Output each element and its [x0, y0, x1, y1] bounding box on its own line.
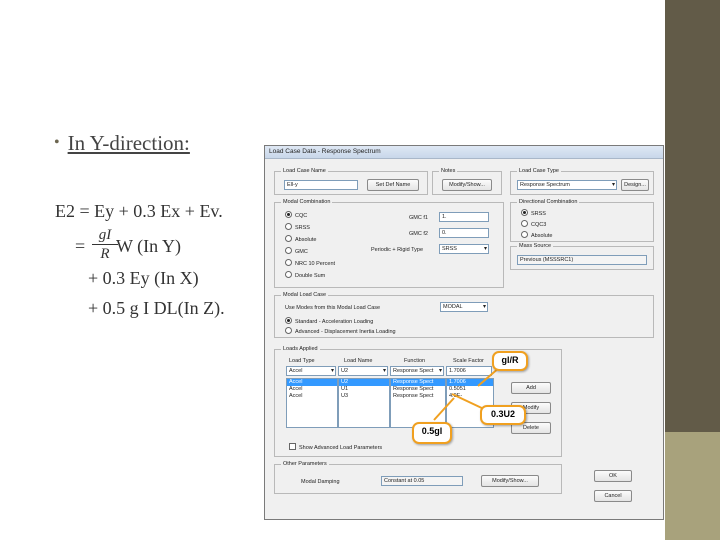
set-def-name-button[interactable]: Set Def Name: [367, 179, 419, 191]
periodic-rigid-select[interactable]: SRSS: [439, 244, 489, 254]
equation-fraction: gI R: [92, 226, 118, 263]
cancel-button[interactable]: Cancel: [594, 490, 632, 502]
modal-load-case-group: Modal Load Case Use Modes from this Moda…: [274, 292, 654, 338]
gmc-f1-input[interactable]: 1.: [439, 212, 489, 222]
gmc-f2-input[interactable]: 0.: [439, 228, 489, 238]
other-parameters-label: Other Parameters: [281, 461, 329, 468]
radio-srss[interactable]: SRSS: [285, 223, 310, 232]
header-load-type: Load Type: [289, 358, 315, 364]
load-case-name-input[interactable]: Ell-y: [284, 180, 358, 190]
equation-line-2: W (In Y): [116, 236, 181, 256]
fraction-denominator: R: [100, 246, 110, 262]
load-case-name-label: Load Case Name: [281, 168, 328, 175]
list-item[interactable]: U2: [339, 379, 389, 386]
list-item[interactable]: U1: [339, 386, 389, 393]
function-select[interactable]: Response Spect: [390, 366, 444, 376]
bullet-text: In Y-direction:: [67, 131, 190, 155]
list-item[interactable]: U3: [339, 393, 389, 400]
periodic-rigid-label: Periodic + Rigid Type: [371, 247, 424, 253]
notes-group: Notes Modify/Show...: [432, 168, 502, 195]
list-item[interactable]: 0.5051: [447, 386, 493, 393]
list-item[interactable]: Accel: [287, 379, 337, 386]
radio-cqc[interactable]: CQC: [285, 211, 307, 220]
gmc-f2-label: GMC f2: [409, 231, 428, 237]
modal-load-case-prompt: Use Modes from this Modal Load Case: [285, 305, 381, 311]
loads-applied-label: Loads Applied: [281, 346, 320, 353]
radio-dir-absolute[interactable]: Absolute: [521, 231, 552, 240]
radio-absolute[interactable]: Absolute: [285, 235, 316, 244]
scale-factor-input[interactable]: 1.7006: [446, 366, 492, 376]
equation-line-1: E2 = Ey + 0.3 Ex + Ev.: [55, 201, 223, 221]
radio-advanced-displacement[interactable]: Advanced - Displacement Inertia Loading: [285, 327, 396, 336]
list-item[interactable]: Response Spect: [391, 393, 445, 400]
sidebar-accent: [665, 432, 720, 540]
gmc-f1-label: GMC f1: [409, 215, 428, 221]
list-item[interactable]: 1.7006: [447, 379, 493, 386]
radio-nrc-10-percent[interactable]: NRC 10 Percent: [285, 259, 335, 268]
list-item[interactable]: Accel: [287, 386, 337, 393]
fraction-numerator: gI: [92, 226, 118, 245]
mass-source-group: Mass Source Previous (MSSSRC1): [510, 243, 654, 270]
list-item[interactable]: Response Spect: [391, 379, 445, 386]
load-case-type-group: Load Case Type Response Spectrum Design.…: [510, 168, 654, 195]
directional-combination-group: Directional Combination SRSS CQC3 Absolu…: [510, 199, 654, 242]
load-case-type-select[interactable]: Response Spectrum: [517, 180, 617, 190]
function-list[interactable]: Response Spect Response Spect Response S…: [390, 378, 446, 428]
advanced-load-params-checkbox[interactable]: Show Advanced Load Parameters: [289, 443, 382, 452]
directional-combination-label: Directional Combination: [517, 199, 580, 206]
modal-damping-label: Modal Damping: [301, 479, 340, 485]
header-scale-factor: Scale Factor: [453, 358, 484, 364]
radio-dir-srss[interactable]: SRSS: [521, 209, 546, 218]
other-parameters-group: Other Parameters Modal Damping Constant …: [274, 461, 562, 494]
modal-damping-field: Constant at 0.05: [381, 476, 463, 486]
notes-label: Notes: [439, 168, 458, 175]
mass-source-field: Previous (MSSSRC1): [517, 255, 647, 265]
modal-combination-label: Modal Combination: [281, 199, 333, 206]
damping-modify-button[interactable]: Modify/Show...: [481, 475, 539, 487]
load-type-list[interactable]: Accel Accel Accel: [286, 378, 338, 428]
load-case-type-label: Load Case Type: [517, 168, 561, 175]
modal-load-case-label: Modal Load Case: [281, 292, 329, 299]
load-type-select[interactable]: Accel: [286, 366, 336, 376]
equation-line-4: + 0.5 g I DL(In Z).: [88, 298, 225, 318]
callout-0.3u2: 0.3U2: [480, 405, 526, 425]
load-name-select[interactable]: U2: [338, 366, 388, 376]
notes-modify-button[interactable]: Modify/Show...: [442, 179, 492, 191]
load-case-dialog: Load Case Data - Response Spectrum Load …: [264, 145, 664, 520]
design-button[interactable]: Design...: [621, 179, 649, 191]
callout-gl-over-r: gl/R: [492, 351, 528, 371]
list-item[interactable]: Response Spect: [391, 386, 445, 393]
ok-button[interactable]: OK: [594, 470, 632, 482]
modal-combination-group: Modal Combination CQC SRSS Absolute GMC …: [274, 199, 504, 288]
mass-source-label: Mass Source: [517, 243, 554, 250]
load-name-list[interactable]: U2 U1 U3: [338, 378, 390, 428]
bullet-icon: •: [54, 134, 60, 151]
radio-standard-acceleration[interactable]: Standard - Acceleration Loading: [285, 317, 373, 326]
modal-load-case-select[interactable]: MODAL: [440, 302, 488, 312]
list-item[interactable]: 4.9E-: [447, 393, 493, 400]
radio-double-sum[interactable]: Double Sum: [285, 271, 325, 280]
equation-line-3: + 0.3 Ey (In X): [88, 268, 199, 288]
add-button[interactable]: Add: [511, 382, 551, 394]
dialog-title: Load Case Data - Response Spectrum: [265, 146, 663, 159]
bullet-heading: • In Y-direction:: [54, 131, 190, 156]
equation-equals: =: [75, 236, 86, 256]
load-case-name-group: Load Case Name Ell-y Set Def Name: [274, 168, 428, 195]
header-function: Function: [404, 358, 426, 364]
header-load-name: Load Name: [344, 358, 373, 364]
callout-0.5gl: 0.5gl: [412, 422, 452, 444]
radio-cqc3[interactable]: CQC3: [521, 220, 546, 229]
radio-gmc[interactable]: GMC: [285, 247, 308, 256]
list-item[interactable]: Accel: [287, 393, 337, 400]
